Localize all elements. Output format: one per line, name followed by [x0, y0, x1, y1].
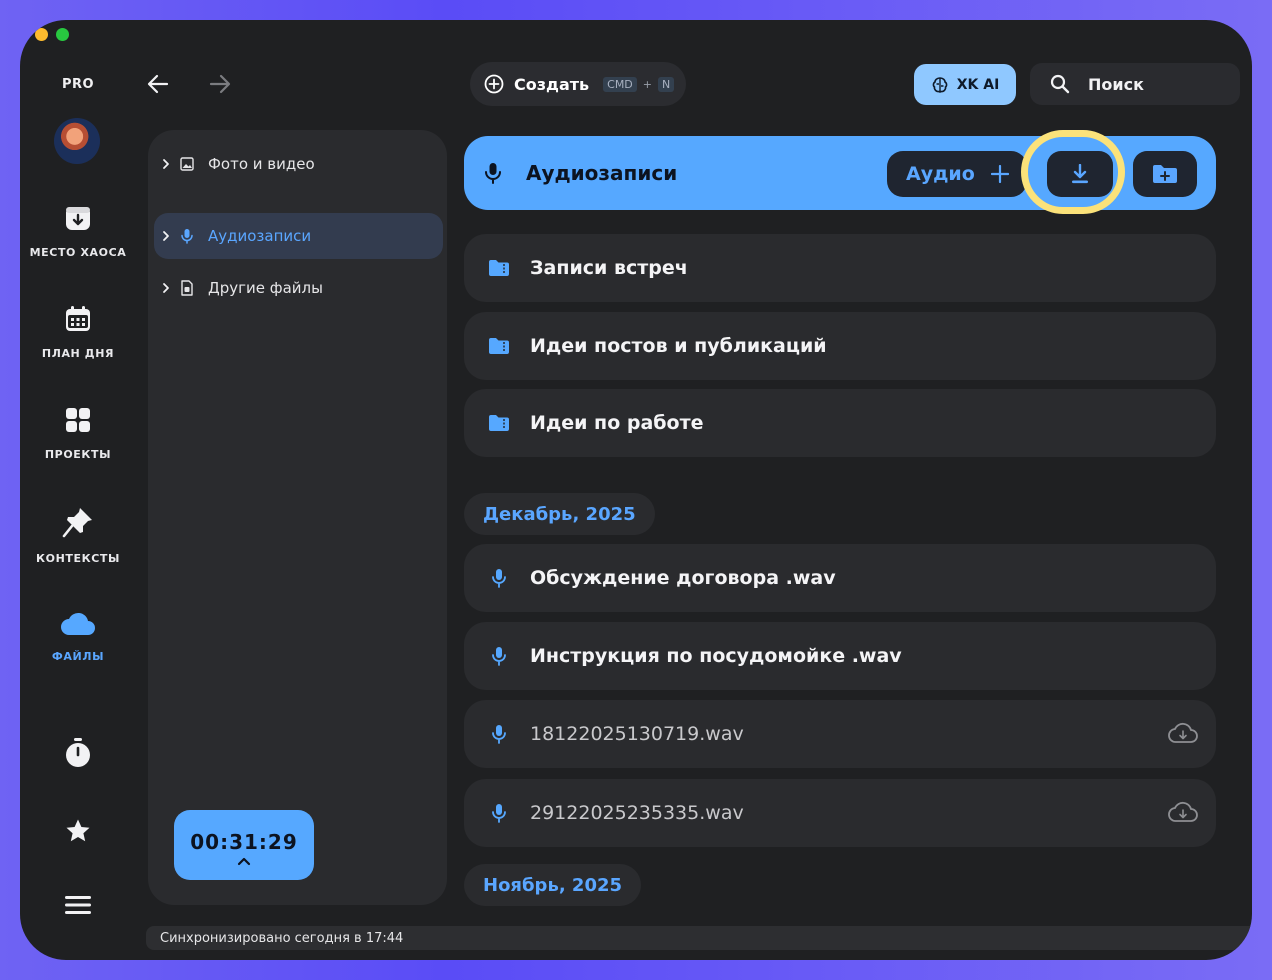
timer-widget[interactable]: 00:31:29 [174, 810, 314, 880]
left-rail: PRO МЕСТО ХАОСА ПЛАН ДНЯ ПРОЕКТЫ КОНТЕКС… [20, 20, 136, 960]
search-label: Поиск [1088, 74, 1144, 94]
download-icon [1072, 164, 1088, 184]
file-row[interactable]: Инструкция по посудомойке .wav [464, 622, 1216, 690]
tree-item-label: Другие файлы [208, 279, 323, 297]
stopwatch-button[interactable] [20, 738, 136, 768]
ai-button[interactable]: XK AI [914, 64, 1016, 105]
cloud-download-icon[interactable] [1168, 801, 1198, 823]
search-field[interactable]: Поиск [1030, 63, 1240, 105]
folder-icon [489, 338, 509, 354]
shortcut-key: CMD [603, 76, 637, 92]
plus-icon [990, 165, 1009, 183]
file-name: 29122025235335.wav [530, 802, 744, 824]
sync-status: Синхронизировано сегодня в 17:44 [146, 926, 1252, 950]
nav-label: МЕСТО ХАОСА [29, 246, 127, 259]
back-button[interactable] [146, 72, 170, 100]
menu-button[interactable] [20, 895, 136, 915]
ai-label: XK AI [956, 76, 1000, 93]
tree-item-label: Аудиозаписи [208, 227, 312, 245]
cloud-download-icon[interactable] [1168, 722, 1198, 744]
menu-icon [65, 896, 91, 914]
nav-item-files[interactable]: ФАЙЛЫ [20, 610, 136, 663]
tree-item-label: Фото и видео [208, 155, 315, 173]
folder-row[interactable]: Идеи по работе [464, 389, 1216, 457]
new-folder-button[interactable] [1133, 151, 1197, 197]
nav-item-chaos[interactable]: МЕСТО ХАОСА [20, 204, 136, 259]
nav-item-projects[interactable]: ПРОЕКТЫ [20, 406, 136, 461]
create-button[interactable]: Создать CMD + N [470, 62, 686, 106]
nav-label: ПРОЕКТЫ [44, 448, 112, 461]
folder-row[interactable]: Идеи постов и публикаций [464, 312, 1216, 380]
folder-name: Идеи постов и публикаций [530, 335, 827, 357]
mic-icon [485, 163, 501, 184]
folder-name: Записи встреч [530, 257, 688, 279]
file-name: Инструкция по посудомойке .wav [530, 645, 902, 667]
file-row[interactable]: 18122025130719.wav [464, 700, 1216, 768]
arrow-left-icon [147, 74, 169, 94]
section-title: Аудиозаписи [526, 161, 678, 185]
chevron-right-icon [163, 159, 169, 169]
import-audio-button[interactable] [1047, 151, 1113, 197]
create-label: Создать [514, 74, 590, 94]
folder-plus-icon [1153, 165, 1177, 183]
tree-item-other-files[interactable]: Другие файлы [154, 265, 443, 311]
plan-badge: PRO [61, 77, 95, 92]
folder-name: Идеи по работе [530, 412, 704, 434]
tree-item-photo-video[interactable]: Фото и видео [154, 141, 443, 187]
folder-tree: Фото и видео Аудиозаписи Другие файлы 00… [148, 130, 447, 905]
nav-label: ФАЙЛЫ [51, 650, 105, 663]
mic-icon [492, 569, 506, 588]
chevron-right-icon [163, 231, 169, 241]
shortcut-plus: + [642, 77, 653, 91]
stopwatch-icon [66, 738, 90, 767]
pin-icon [62, 508, 92, 538]
nav-item-contexts[interactable]: КОНТЕКСТЫ [20, 506, 136, 565]
star-icon [66, 819, 90, 842]
mic-icon [492, 804, 506, 823]
arrow-right-icon [209, 74, 231, 94]
folder-row[interactable]: Записи встреч [464, 234, 1216, 302]
date-group-header: Ноябрь, 2025 [464, 864, 642, 906]
cloud-icon [61, 612, 95, 635]
nav-label: ПЛАН ДНЯ [41, 347, 115, 360]
calendar-icon [66, 306, 90, 331]
file-icon [181, 280, 193, 296]
file-row[interactable]: Обсуждение договора .wav [464, 544, 1216, 612]
mic-icon [181, 229, 193, 244]
nav-label: КОНТЕКСТЫ [36, 552, 120, 565]
folder-icon [489, 260, 509, 276]
date-group-header: Декабрь, 2025 [464, 493, 655, 535]
image-icon [180, 157, 194, 171]
nav-item-day-plan[interactable]: ПЛАН ДНЯ [20, 305, 136, 360]
tree-item-audio[interactable]: Аудиозаписи [154, 213, 443, 259]
forward-button[interactable] [208, 72, 232, 100]
timer-time: 00:31:29 [190, 830, 298, 854]
shortcut-key: N [658, 76, 675, 92]
section-header: Аудиозаписи Аудио [464, 130, 1216, 214]
file-name: 18122025130719.wav [530, 723, 744, 745]
grid-icon [66, 408, 90, 432]
add-audio-label: Аудио [906, 163, 975, 185]
add-audio-button[interactable]: Аудио [887, 151, 1027, 197]
plus-circle-icon [484, 74, 504, 94]
chevron-up-icon [237, 857, 251, 866]
mic-icon [492, 725, 506, 744]
mic-icon [492, 647, 506, 666]
favorites-button[interactable] [20, 818, 136, 844]
avatar[interactable] [54, 118, 100, 164]
search-icon [1050, 74, 1070, 94]
brain-icon [932, 76, 948, 93]
chevron-right-icon [163, 283, 169, 293]
file-name: Обсуждение договора .wav [530, 567, 836, 589]
folder-icon [489, 415, 509, 431]
app-window: PRO МЕСТО ХАОСА ПЛАН ДНЯ ПРОЕКТЫ КОНТЕКС… [20, 20, 1252, 960]
archive-download-icon [66, 207, 90, 230]
file-row[interactable]: 29122025235335.wav [464, 779, 1216, 847]
